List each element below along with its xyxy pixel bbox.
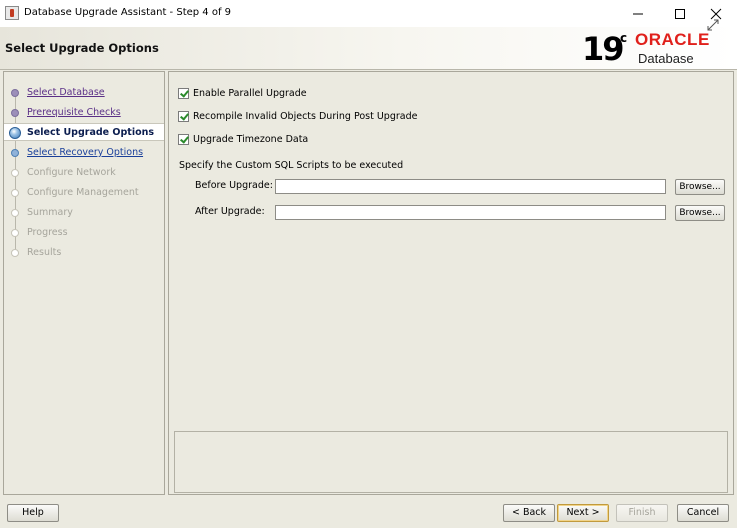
step-item-results: Results: [4, 244, 164, 262]
maximize-button[interactable]: [662, 0, 698, 27]
content-panel: Enable Parallel Upgrade Recompile Invali…: [168, 71, 734, 495]
step-item-configure-management: Configure Management: [4, 184, 164, 202]
step-next-icon: [11, 149, 19, 157]
step-pending-icon: [11, 189, 19, 197]
window-title: Database Upgrade Assistant - Step 4 of 9: [24, 7, 232, 18]
step-label: Configure Network: [27, 167, 116, 178]
finish-button: Finish: [616, 504, 668, 522]
checkbox-checked-icon[interactable]: [178, 110, 189, 122]
step-label: Results: [27, 247, 62, 258]
minimize-icon: [633, 13, 643, 14]
message-area: [174, 431, 728, 493]
step-pending-icon: [11, 169, 19, 177]
footer-bar: Help < Back Next > Finish Cancel: [0, 498, 737, 528]
step-label[interactable]: Prerequisite Checks: [27, 107, 121, 118]
step-pending-icon: [11, 229, 19, 237]
java-app-icon: [5, 6, 19, 20]
step-complete-icon: [11, 109, 19, 117]
before-upgrade-label: Before Upgrade:: [195, 180, 273, 191]
step-item-summary: Summary: [4, 204, 164, 222]
step-item-configure-network: Configure Network: [4, 164, 164, 182]
upgrade-timezone-data-checkbox[interactable]: Upgrade Timezone Data: [178, 132, 308, 146]
checkbox-checked-icon[interactable]: [178, 87, 189, 99]
title-bar: Database Upgrade Assistant - Step 4 of 9: [0, 0, 737, 27]
header-banner: Select Upgrade Options 19 c ORACLE Datab…: [0, 19, 737, 70]
maximize-icon: [675, 8, 685, 19]
step-label[interactable]: Select Database: [27, 87, 105, 98]
after-upgrade-label: After Upgrade:: [195, 206, 265, 217]
next-button[interactable]: Next >: [557, 504, 609, 522]
logo-version: 19: [582, 30, 625, 68]
step-current-icon: [9, 127, 21, 139]
cancel-button[interactable]: Cancel: [677, 504, 729, 522]
help-button[interactable]: Help: [7, 504, 59, 522]
recompile-invalid-objects-checkbox[interactable]: Recompile Invalid Objects During Post Up…: [178, 109, 417, 123]
step-item-select-upgrade-options[interactable]: Select Upgrade Options: [4, 123, 164, 141]
step-label: Select Upgrade Options: [27, 127, 155, 138]
before-upgrade-browse-button[interactable]: Browse...: [675, 179, 725, 195]
step-item-prerequisite-checks[interactable]: Prerequisite Checks: [4, 104, 164, 122]
page-title: Select Upgrade Options: [5, 41, 159, 55]
step-navigation: Select Database Prerequisite Checks Sele…: [3, 71, 165, 495]
oracle-19c-logo: 19 c ORACLE Database: [580, 29, 730, 69]
back-button[interactable]: < Back: [503, 504, 555, 522]
after-upgrade-browse-button[interactable]: Browse...: [675, 205, 725, 221]
logo-superscript: c: [620, 31, 628, 45]
step-pending-icon: [11, 209, 19, 217]
step-label: Configure Management: [27, 187, 139, 198]
checkbox-label[interactable]: Upgrade Timezone Data: [193, 134, 308, 145]
checkbox-label[interactable]: Recompile Invalid Objects During Post Up…: [193, 111, 417, 122]
checkbox-label[interactable]: Enable Parallel Upgrade: [193, 88, 307, 99]
after-upgrade-input[interactable]: [275, 205, 666, 220]
step-label[interactable]: Select Recovery Options: [27, 147, 143, 158]
checkbox-checked-icon[interactable]: [178, 133, 189, 145]
step-item-progress: Progress: [4, 224, 164, 242]
step-label: Summary: [27, 207, 73, 218]
logo-product: Database: [638, 51, 694, 66]
step-complete-icon: [11, 89, 19, 97]
custom-scripts-label: Specify the Custom SQL Scripts to be exe…: [179, 160, 404, 171]
logo-brand: ORACLE: [635, 30, 710, 49]
before-upgrade-input[interactable]: [275, 179, 666, 194]
step-pending-icon: [11, 249, 19, 257]
enable-parallel-upgrade-checkbox[interactable]: Enable Parallel Upgrade: [178, 86, 307, 100]
minimize-button[interactable]: [620, 0, 656, 27]
step-item-select-database[interactable]: Select Database: [4, 84, 164, 102]
step-item-select-recovery-options[interactable]: Select Recovery Options: [4, 144, 164, 162]
step-label: Progress: [27, 227, 68, 238]
